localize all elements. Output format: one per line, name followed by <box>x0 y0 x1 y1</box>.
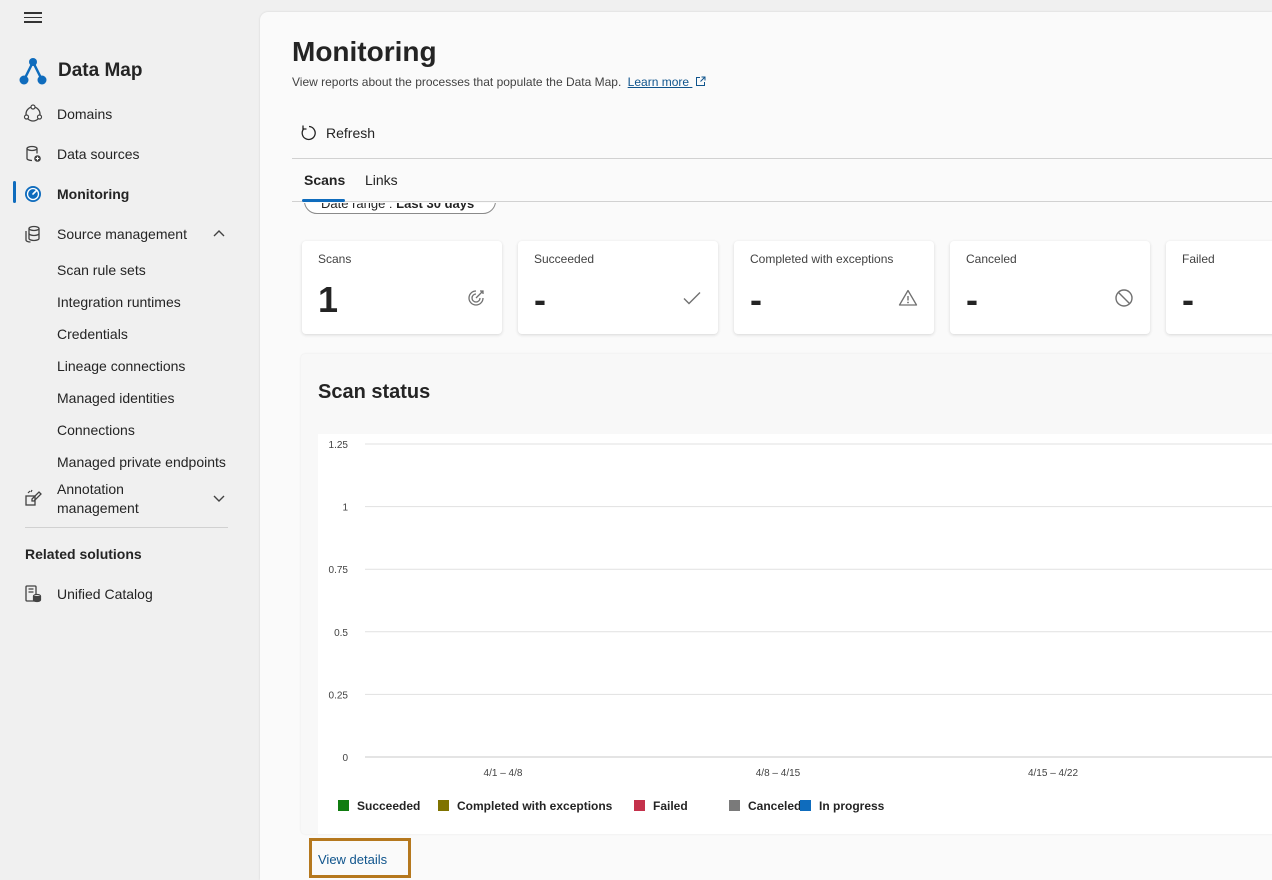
scan-status-chart: 1.25 1 0.75 0.5 0.25 0 4/1 – 4/8 4/8 – 4/15 4/15… <box>318 434 1272 834</box>
x-tick-label: 4/1 – 4/8 <box>484 768 523 779</box>
sidebar-subitem-connections[interactable]: Connections <box>57 422 135 438</box>
view-details-link[interactable]: View details <box>309 838 411 878</box>
date-range-filter[interactable]: Date range : Last 30 days <box>304 203 496 214</box>
brand-title: Data Map <box>58 60 143 81</box>
legend-label: Completed with exceptions <box>457 799 613 813</box>
card-succeeded: Succeeded - <box>518 241 718 334</box>
card-title: Scans <box>318 252 352 266</box>
sidebar-item-source-management[interactable]: Source management <box>0 216 240 252</box>
y-tick-label: 0.5 <box>334 628 348 639</box>
scan-status-title: Scan status <box>318 381 431 403</box>
left-navigation: Data Map Domains Data sources Monitoring… <box>0 0 258 880</box>
legend-swatch <box>438 800 449 811</box>
y-tick-label: 1 <box>342 503 348 514</box>
data-map-logo-icon <box>19 58 47 85</box>
hamburger-menu-icon[interactable] <box>24 12 42 24</box>
learn-more-link[interactable]: Learn more <box>628 75 707 89</box>
subtitle-text: View reports about the processes that po… <box>292 75 622 89</box>
card-title: Canceled <box>966 252 1017 266</box>
sidebar-item-annotation-management[interactable]: Annotation management <box>0 478 240 518</box>
refresh-icon <box>301 125 316 141</box>
card-value: - <box>1182 279 1194 320</box>
annotation-label-line1: Annotation <box>57 481 124 497</box>
card-scans: Scans 1 <box>302 241 502 334</box>
database-add-icon <box>22 143 44 165</box>
tab-bar: Scans Links <box>292 158 1272 202</box>
related-solutions-heading: Related solutions <box>25 546 142 562</box>
checkmark-icon <box>683 292 701 305</box>
y-tick-label: 0.75 <box>329 565 349 576</box>
legend-label: In progress <box>819 799 885 813</box>
card-title: Completed with exceptions <box>750 252 894 266</box>
refresh-label: Refresh <box>326 125 376 141</box>
legend-label: Succeeded <box>357 799 420 813</box>
chart-svg: 1.25 1 0.75 0.5 0.25 0 4/1 – 4/8 4/8 – 4/15 4/15… <box>329 440 1272 813</box>
refresh-button[interactable]: Refresh <box>300 124 375 142</box>
sidebar-item-label: Monitoring <box>57 186 130 202</box>
chevron-up-icon[interactable] <box>212 227 226 241</box>
page-subtitle: View reports about the processes that po… <box>292 75 706 89</box>
y-tick-label: 1.25 <box>329 440 349 451</box>
domains-icon <box>22 103 44 125</box>
sidebar-item-label: Source management <box>57 226 187 242</box>
card-title: Succeeded <box>534 252 595 266</box>
sidebar-item-label: Domains <box>57 106 113 122</box>
card-failed: Failed - <box>1166 241 1272 334</box>
database-stack-icon <box>22 223 44 245</box>
card-value: 1 <box>318 279 339 320</box>
sidebar-subitem-managed-private-endpoints[interactable]: Managed private endpoints <box>57 454 226 470</box>
sidebar-item-label: Unified Catalog <box>57 586 153 602</box>
x-tick-label: 4/8 – 4/15 <box>756 768 801 779</box>
prohibited-icon <box>1115 289 1133 307</box>
annotation-label-line2: management <box>57 500 139 516</box>
card-value: - <box>750 279 762 320</box>
tab-selected-indicator <box>302 199 345 202</box>
sidebar-subitem-scan-rule-sets[interactable]: Scan rule sets <box>57 262 146 278</box>
legend-label: Canceled <box>748 799 801 813</box>
annotation-icon <box>22 487 44 509</box>
sidebar-item-data-sources[interactable]: Data sources <box>0 136 240 172</box>
legend-swatch <box>800 800 811 811</box>
brand: Data Map <box>18 56 142 86</box>
card-completed-with-exceptions: Completed with exceptions - <box>734 241 934 334</box>
sidebar-item-monitoring[interactable]: Monitoring <box>0 176 240 212</box>
legend-label: Failed <box>653 799 688 813</box>
warning-icon <box>898 289 918 306</box>
date-range-label: Date range : <box>321 203 397 211</box>
card-value: - <box>534 279 546 320</box>
sidebar-subitem-credentials[interactable]: Credentials <box>57 326 128 342</box>
tab-links[interactable]: Links <box>365 172 398 188</box>
chevron-down-icon[interactable] <box>212 491 226 505</box>
card-title: Failed <box>1182 252 1215 266</box>
sidebar-divider <box>25 527 228 528</box>
sidebar-item-domains[interactable]: Domains <box>0 96 240 132</box>
date-range-value: Last 30 days <box>396 203 475 211</box>
y-tick-label: 0.25 <box>329 690 349 701</box>
sidebar-item-unified-catalog[interactable]: Unified Catalog <box>0 576 240 612</box>
scroll-region[interactable]: Date range : Last 30 days Scans 1 Succee… <box>260 203 1272 880</box>
legend-swatch <box>729 800 740 811</box>
gauge-icon <box>22 183 44 205</box>
page-title: Monitoring <box>292 36 437 67</box>
learn-more-label: Learn more <box>627 75 690 89</box>
sidebar-item-label: Data sources <box>57 146 140 162</box>
card-canceled: Canceled - <box>950 241 1150 334</box>
sidebar-item-label: Annotation management <box>57 480 139 518</box>
x-tick-label: 4/15 – 4/22 <box>1028 768 1078 779</box>
main-panel: Monitoring View reports about the proces… <box>260 12 1272 880</box>
sidebar-subitem-managed-identities[interactable]: Managed identities <box>57 390 175 406</box>
sidebar-subitem-integration-runtimes[interactable]: Integration runtimes <box>57 294 181 310</box>
legend-swatch <box>634 800 645 811</box>
catalog-icon <box>22 583 44 605</box>
y-tick-label: 0 <box>342 753 348 764</box>
scan-status-panel: Scan status 1.25 1 0.75 0.5 0.25 0 4/1 – 4/8 4/… <box>301 354 1272 834</box>
card-value: - <box>966 279 978 320</box>
external-link-icon <box>696 76 706 86</box>
legend-swatch <box>338 800 349 811</box>
scan-target-icon <box>468 290 484 306</box>
tab-scans[interactable]: Scans <box>304 172 345 188</box>
sidebar-subitem-lineage-connections[interactable]: Lineage connections <box>57 358 185 374</box>
